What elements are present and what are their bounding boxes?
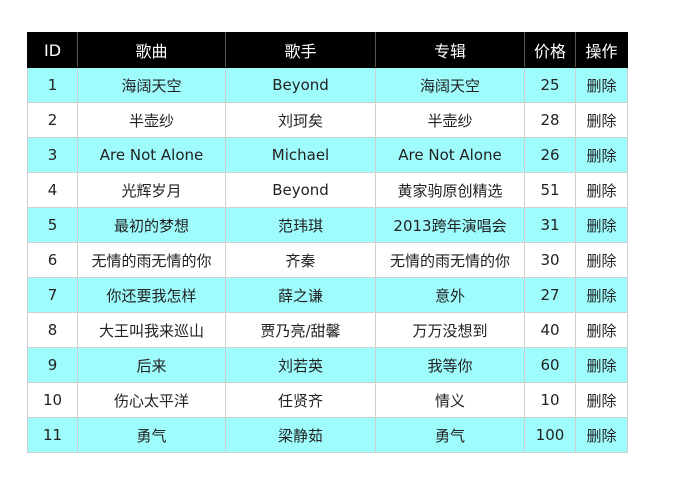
table-row: 10 伤心太平洋 任贤齐 情义 10 删除 bbox=[27, 382, 628, 418]
cell-id: 6 bbox=[27, 242, 78, 278]
table-row: 2 半壶纱 刘珂矣 半壶纱 28 删除 bbox=[27, 102, 628, 138]
header-album: 专辑 bbox=[375, 32, 525, 68]
cell-song: 无情的雨无情的你 bbox=[77, 242, 226, 278]
cell-album: 半壶纱 bbox=[375, 102, 525, 138]
cell-price: 60 bbox=[524, 347, 576, 383]
table-row: 1 海阔天空 Beyond 海阔天空 25 删除 bbox=[27, 67, 628, 103]
song-table: ID 歌曲 歌手 专辑 价格 操作 1 海阔天空 Beyond 海阔天空 25 删除 2 半壶… bbox=[27, 32, 628, 453]
cell-song: 海阔天空 bbox=[77, 67, 226, 103]
table-row: 3 Are Not Alone Michael Are Not Alone 26 删除 bbox=[27, 137, 628, 173]
cell-album: 海阔天空 bbox=[375, 67, 525, 103]
delete-button[interactable]: 删除 bbox=[575, 277, 628, 313]
cell-album: 意外 bbox=[375, 277, 525, 313]
table-row: 11 勇气 梁静茹 勇气 100 删除 bbox=[27, 417, 628, 453]
cell-singer: 薛之谦 bbox=[225, 277, 376, 313]
cell-singer: 贾乃亮/甜馨 bbox=[225, 312, 376, 348]
cell-id: 4 bbox=[27, 172, 78, 208]
cell-id: 9 bbox=[27, 347, 78, 383]
cell-price: 25 bbox=[524, 67, 576, 103]
cell-price: 100 bbox=[524, 417, 576, 453]
cell-song: 最初的梦想 bbox=[77, 207, 226, 243]
cell-price: 27 bbox=[524, 277, 576, 313]
table-row: 8 大王叫我来巡山 贾乃亮/甜馨 万万没想到 40 删除 bbox=[27, 312, 628, 348]
delete-button[interactable]: 删除 bbox=[575, 242, 628, 278]
cell-id: 5 bbox=[27, 207, 78, 243]
cell-singer: 任贤齐 bbox=[225, 382, 376, 418]
delete-button[interactable]: 删除 bbox=[575, 312, 628, 348]
cell-song: Are Not Alone bbox=[77, 137, 226, 173]
cell-id: 1 bbox=[27, 67, 78, 103]
cell-singer: 齐秦 bbox=[225, 242, 376, 278]
table-row: 4 光辉岁月 Beyond 黄家驹原创精选 51 删除 bbox=[27, 172, 628, 208]
delete-button[interactable]: 删除 bbox=[575, 207, 628, 243]
delete-button[interactable]: 删除 bbox=[575, 137, 628, 173]
header-id: ID bbox=[27, 32, 78, 68]
cell-singer: 刘珂矣 bbox=[225, 102, 376, 138]
cell-song: 你还要我怎样 bbox=[77, 277, 226, 313]
cell-id: 7 bbox=[27, 277, 78, 313]
cell-album: 万万没想到 bbox=[375, 312, 525, 348]
header-row: ID 歌曲 歌手 专辑 价格 操作 bbox=[27, 32, 628, 68]
delete-button[interactable]: 删除 bbox=[575, 417, 628, 453]
cell-song: 后来 bbox=[77, 347, 226, 383]
cell-album: 黄家驹原创精选 bbox=[375, 172, 525, 208]
header-singer: 歌手 bbox=[225, 32, 376, 68]
delete-button[interactable]: 删除 bbox=[575, 172, 628, 208]
cell-price: 26 bbox=[524, 137, 576, 173]
cell-singer: Beyond bbox=[225, 172, 376, 208]
cell-price: 31 bbox=[524, 207, 576, 243]
song-table-container: ID 歌曲 歌手 专辑 价格 操作 1 海阔天空 Beyond 海阔天空 25 删除 2 半壶… bbox=[27, 32, 628, 453]
cell-album: 情义 bbox=[375, 382, 525, 418]
cell-song: 大王叫我来巡山 bbox=[77, 312, 226, 348]
cell-singer: 刘若英 bbox=[225, 347, 376, 383]
table-row: 6 无情的雨无情的你 齐秦 无情的雨无情的你 30 删除 bbox=[27, 242, 628, 278]
delete-button[interactable]: 删除 bbox=[575, 102, 628, 138]
cell-singer: Michael bbox=[225, 137, 376, 173]
cell-song: 半壶纱 bbox=[77, 102, 226, 138]
cell-album: 我等你 bbox=[375, 347, 525, 383]
cell-id: 3 bbox=[27, 137, 78, 173]
table-body: 1 海阔天空 Beyond 海阔天空 25 删除 2 半壶纱 刘珂矣 半壶纱 28 删除 3 Are No… bbox=[27, 67, 628, 453]
cell-id: 11 bbox=[27, 417, 78, 453]
header-action: 操作 bbox=[575, 32, 628, 68]
cell-song: 光辉岁月 bbox=[77, 172, 226, 208]
cell-song: 伤心太平洋 bbox=[77, 382, 226, 418]
cell-album: 勇气 bbox=[375, 417, 525, 453]
cell-id: 2 bbox=[27, 102, 78, 138]
cell-id: 8 bbox=[27, 312, 78, 348]
cell-album: 无情的雨无情的你 bbox=[375, 242, 525, 278]
delete-button[interactable]: 删除 bbox=[575, 382, 628, 418]
header-song: 歌曲 bbox=[77, 32, 226, 68]
cell-id: 10 bbox=[27, 382, 78, 418]
table-row: 5 最初的梦想 范玮琪 2013跨年演唱会 31 删除 bbox=[27, 207, 628, 243]
cell-singer: 梁静茹 bbox=[225, 417, 376, 453]
cell-price: 51 bbox=[524, 172, 576, 208]
cell-price: 28 bbox=[524, 102, 576, 138]
cell-song: 勇气 bbox=[77, 417, 226, 453]
cell-price: 10 bbox=[524, 382, 576, 418]
cell-album: 2013跨年演唱会 bbox=[375, 207, 525, 243]
delete-button[interactable]: 删除 bbox=[575, 347, 628, 383]
header-price: 价格 bbox=[524, 32, 576, 68]
cell-album: Are Not Alone bbox=[375, 137, 525, 173]
table-row: 9 后来 刘若英 我等你 60 删除 bbox=[27, 347, 628, 383]
cell-price: 40 bbox=[524, 312, 576, 348]
table-row: 7 你还要我怎样 薛之谦 意外 27 删除 bbox=[27, 277, 628, 313]
cell-singer: 范玮琪 bbox=[225, 207, 376, 243]
table-header: ID 歌曲 歌手 专辑 价格 操作 bbox=[27, 32, 628, 68]
cell-price: 30 bbox=[524, 242, 576, 278]
delete-button[interactable]: 删除 bbox=[575, 67, 628, 103]
cell-singer: Beyond bbox=[225, 67, 376, 103]
